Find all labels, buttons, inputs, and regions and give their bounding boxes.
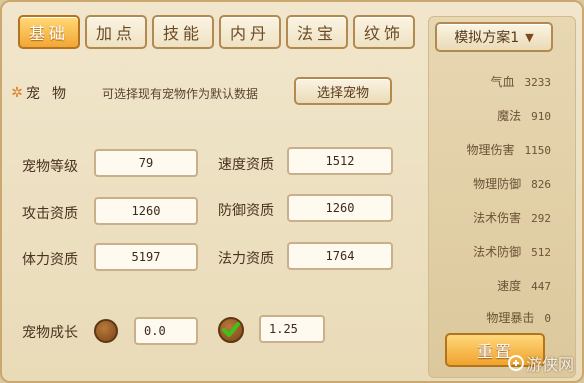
stat-magic-damage: 法术伤害 292 bbox=[473, 209, 551, 226]
attack-quality-label: 攻击资质 bbox=[22, 206, 78, 222]
logo-icon bbox=[507, 355, 524, 371]
stat-label: 法术伤害 bbox=[473, 211, 522, 225]
scheme-dropdown[interactable]: 模拟方案1 ▼ bbox=[435, 22, 553, 52]
pet-level-input[interactable]: 79 bbox=[94, 149, 198, 177]
star-icon: ✲ bbox=[11, 85, 23, 101]
pet-label: 宠物 bbox=[26, 86, 78, 102]
attack-quality-input[interactable]: 1260 bbox=[94, 197, 198, 225]
select-pet-button[interactable]: 选择宠物 bbox=[294, 77, 392, 105]
speed-quality-input[interactable]: 1512 bbox=[287, 147, 393, 175]
defense-quality-input[interactable]: 1260 bbox=[287, 194, 393, 222]
stat-physical-damage: 物理伤害 1150 bbox=[466, 141, 551, 158]
site-watermark: 游侠网 bbox=[507, 351, 574, 375]
stat-label: 物理伤害 bbox=[466, 143, 515, 157]
magic-quality-label: 法力资质 bbox=[218, 251, 274, 267]
tab-treasure[interactable]: 法宝 bbox=[286, 15, 348, 49]
tab-bar: 基础 加点 技能 内丹 法宝 纹饰 bbox=[18, 15, 415, 51]
stat-label: 速度 bbox=[497, 279, 522, 293]
stat-label: 魔法 bbox=[497, 109, 522, 123]
stat-speed: 速度 447 bbox=[497, 277, 551, 294]
stat-physical-defense: 物理防御 826 bbox=[473, 175, 551, 192]
defense-quality-label: 防御资质 bbox=[218, 203, 274, 219]
window-frame: 基础 加点 技能 内丹 法宝 纹饰 ✲ 宠物 可选择现有宠物作为默认数据 选择宠… bbox=[0, 0, 584, 383]
pet-attributes-panel: ✲ 宠物 可选择现有宠物作为默认数据 选择宠物 宠物等级 79 速度资质 151… bbox=[8, 60, 424, 378]
stat-value: 1150 bbox=[524, 144, 552, 157]
pet-level-label: 宠物等级 bbox=[22, 159, 78, 175]
stat-label: 物理暴击 bbox=[486, 311, 535, 325]
stat-label: 法术防御 bbox=[473, 245, 522, 259]
stat-value: 910 bbox=[531, 110, 551, 123]
stats-panel: 模拟方案1 ▼ 气血 3233 魔法 910 物理伤害 1150 物理防御 826 法术… bbox=[428, 16, 576, 378]
tab-points[interactable]: 加点 bbox=[85, 15, 147, 49]
watermark-text: 游侠网 bbox=[525, 355, 574, 374]
growth-radio-2[interactable] bbox=[218, 317, 244, 343]
stat-value: 3233 bbox=[524, 76, 552, 89]
speed-quality-label: 速度资质 bbox=[218, 157, 274, 173]
tab-basic[interactable]: 基础 bbox=[18, 15, 80, 49]
stat-value: 512 bbox=[531, 246, 551, 259]
growth-value-2[interactable]: 1.25 bbox=[259, 315, 325, 343]
hp-quality-label: 体力资质 bbox=[22, 252, 78, 268]
tab-ornament[interactable]: 纹饰 bbox=[353, 15, 415, 49]
growth-radio-1[interactable] bbox=[94, 319, 118, 343]
tab-skills[interactable]: 技能 bbox=[152, 15, 214, 49]
stat-hp: 气血 3233 bbox=[490, 73, 551, 90]
stat-value: 447 bbox=[531, 280, 551, 293]
growth-label: 宠物成长 bbox=[22, 325, 78, 341]
chevron-down-icon: ▼ bbox=[525, 30, 534, 44]
checkmark-icon bbox=[222, 322, 240, 337]
tab-inner-core[interactable]: 内丹 bbox=[219, 15, 281, 49]
stat-value: 0 bbox=[544, 312, 551, 325]
stat-value: 292 bbox=[531, 212, 551, 225]
stat-mp: 魔法 910 bbox=[497, 107, 551, 124]
stat-value: 826 bbox=[531, 178, 551, 191]
stat-label: 气血 bbox=[490, 75, 515, 89]
magic-quality-input[interactable]: 1764 bbox=[287, 242, 393, 270]
pet-row: ✲ 宠物 可选择现有宠物作为默认数据 bbox=[8, 78, 292, 108]
scheme-label: 模拟方案1 bbox=[454, 30, 520, 46]
stat-label: 物理防御 bbox=[473, 177, 522, 191]
pet-description: 可选择现有宠物作为默认数据 bbox=[102, 86, 259, 101]
hp-quality-input[interactable]: 5197 bbox=[94, 243, 198, 271]
stat-physical-crit: 物理暴击 0 bbox=[486, 309, 551, 326]
stat-magic-defense: 法术防御 512 bbox=[473, 243, 551, 260]
growth-value-1[interactable]: 0.0 bbox=[134, 317, 198, 345]
